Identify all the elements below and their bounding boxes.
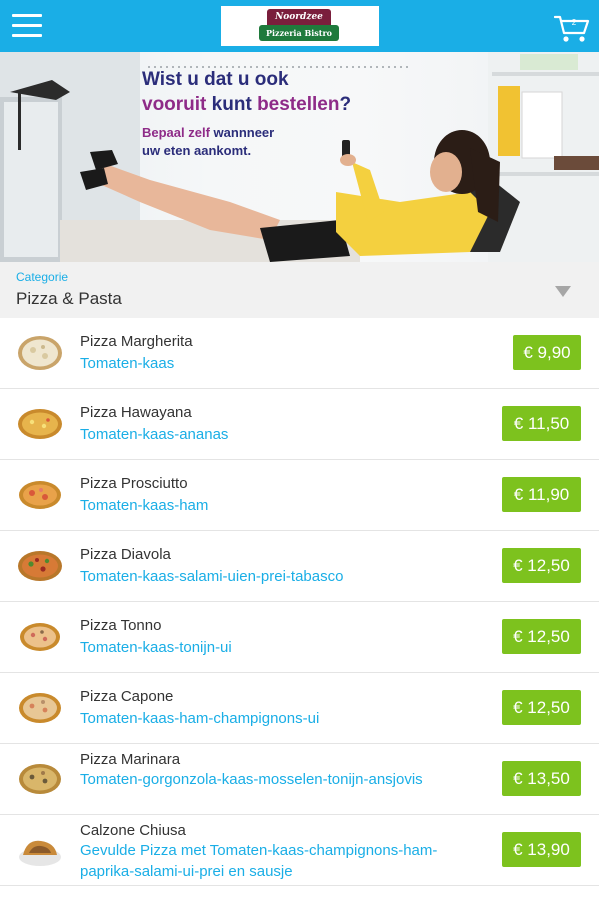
logo-text-bottom: Pizzeria Bistro — [259, 25, 339, 41]
menu-list: Pizza Margherita Tomaten-kaas € 9,90 Piz… — [0, 318, 599, 886]
price-button[interactable]: € 12,50 — [502, 548, 581, 583]
banner-headline: Wist u dat u ook — [142, 69, 289, 90]
pizza-icon — [18, 551, 62, 581]
promo-banner: Wist u dat u ook vooruit kunt bestellen?… — [0, 52, 599, 262]
item-name: Pizza Hawayana — [80, 404, 192, 421]
pizza-icon — [19, 764, 61, 794]
hamburger-menu-icon[interactable] — [12, 14, 42, 38]
cart-count-badge: 2 — [571, 18, 577, 27]
item-name: Pizza Prosciutto — [80, 475, 188, 492]
item-description: Tomaten-kaas-ham-champignons-ui — [80, 710, 320, 727]
price-button[interactable]: € 12,50 — [502, 690, 581, 725]
menu-item[interactable]: Pizza Hawayana Tomaten-kaas-ananas € 11,… — [0, 389, 599, 460]
category-select[interactable]: Categorie Pizza & Pasta — [0, 262, 599, 318]
price-button[interactable]: € 9,90 — [513, 335, 581, 370]
item-name: Pizza Diavola — [80, 546, 171, 563]
banner-tagline: Bepaal zelf wannneer uw eten aankomt. — [142, 125, 275, 158]
item-name: Calzone Chiusa — [80, 822, 186, 839]
app-header: Noordzee Pizzeria Bistro 2 — [0, 0, 599, 52]
category-label: Categorie — [16, 270, 69, 284]
menu-item[interactable]: Pizza Capone Tomaten-kaas-ham-champignon… — [0, 673, 599, 744]
pizza-icon — [19, 693, 61, 723]
item-description: Tomaten-kaas-ham — [80, 497, 209, 514]
shopping-cart-icon[interactable]: 2 — [553, 14, 590, 44]
calzone-icon — [19, 840, 61, 866]
banner-subheadline: vooruit kunt bestellen? — [142, 94, 352, 115]
category-value: Pizza & Pasta — [16, 289, 122, 308]
item-name: Pizza Capone — [80, 688, 174, 705]
banner-text: Wist u dat u ook vooruit kunt bestellen?… — [142, 68, 442, 160]
item-name: Pizza Marinara — [80, 751, 181, 768]
pizza-icon — [18, 336, 62, 370]
item-description: Tomaten-kaas — [80, 355, 175, 372]
item-description: Tomaten-gorgonzola-kaas-mosselen-tonijn-… — [80, 771, 423, 788]
item-description: Tomaten-kaas-tonijn-ui — [80, 639, 232, 656]
item-name: Pizza Margherita — [80, 333, 193, 350]
price-button[interactable]: € 11,50 — [502, 406, 581, 441]
menu-item[interactable]: Calzone Chiusa Gevulde Pizza met Tomaten… — [0, 815, 599, 886]
item-description: Tomaten-kaas-salami-uien-prei-tabasco — [80, 568, 344, 585]
menu-item[interactable]: Pizza Margherita Tomaten-kaas € 9,90 — [0, 318, 599, 389]
menu-item[interactable]: Pizza Diavola Tomaten-kaas-salami-uien-p… — [0, 531, 599, 602]
dropdown-arrow-icon[interactable] — [555, 286, 571, 297]
item-name: Pizza Tonno — [80, 617, 162, 634]
price-button[interactable]: € 13,90 — [502, 832, 581, 867]
item-description: Tomaten-kaas-ananas — [80, 426, 229, 443]
pizza-icon — [19, 481, 61, 509]
menu-item[interactable]: Pizza Prosciutto Tomaten-kaas-ham € 11,9… — [0, 460, 599, 531]
item-description: Gevulde Pizza met Tomaten-kaas-champigno… — [80, 842, 438, 880]
menu-item[interactable]: Pizza Marinara Tomaten-gorgonzola-kaas-m… — [0, 744, 599, 815]
price-button[interactable]: € 11,90 — [502, 477, 581, 512]
logo-text-top: Noordzee — [267, 9, 331, 25]
price-button[interactable]: € 13,50 — [502, 761, 581, 796]
menu-item[interactable]: Pizza Tonno Tomaten-kaas-tonijn-ui € 12,… — [0, 602, 599, 673]
price-button[interactable]: € 12,50 — [502, 619, 581, 654]
pizza-icon — [18, 409, 62, 439]
pizza-icon — [20, 623, 60, 651]
restaurant-logo: Noordzee Pizzeria Bistro — [221, 6, 379, 46]
